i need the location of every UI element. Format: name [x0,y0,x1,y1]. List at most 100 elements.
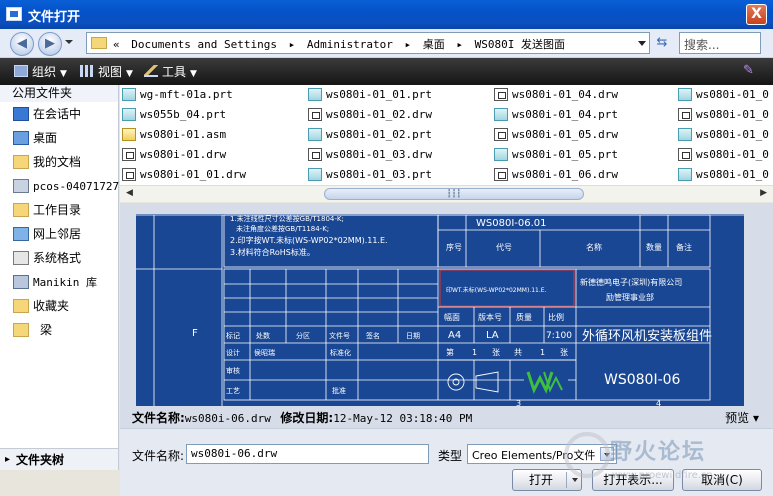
file-item[interactable]: ws080i-01_03.drw [306,145,432,165]
drawing-row-label: 日期 [406,332,420,340]
nav-item-favorites[interactable]: 收藏夹 [0,294,118,318]
nav-item-liang[interactable]: 梁 [0,318,118,342]
tools-menu[interactable]: 工具 ▼ [144,63,197,80]
drawing-col: 代号 [496,242,512,252]
organize-menu[interactable]: 组织 ▼ [14,63,67,80]
file-item[interactable]: wg-mft-01a.prt [120,85,246,105]
breadcrumb-item[interactable]: Documents and Settings [131,38,277,51]
nav-item-working-dir[interactable]: 工作目录 [0,198,118,222]
drawing-sheet: 1 [472,348,477,357]
file-item[interactable]: ws080i-01.drw [120,145,246,165]
nav-item-network[interactable]: 网上邻居 [0,222,118,246]
scroll-left-icon[interactable]: ◀ [126,188,133,198]
drawing-part-title: 外循环风机安装板组件 [582,329,712,344]
file-item[interactable]: ws080i-01_01.drw [120,165,246,185]
close-button[interactable]: X [746,4,767,25]
nav-item-computer[interactable]: pcos-04071727 [0,174,119,198]
folder-tree-toggle[interactable]: 文件夹树 [0,448,118,471]
back-button[interactable]: ◀ [10,32,34,56]
drawing-file-icon [308,108,322,121]
folder-icon [13,203,29,217]
nav-header[interactable]: 公用文件夹 [0,85,118,102]
view-menu[interactable]: 视图 ▼ [80,63,133,80]
info-filename: ws080i-06.drw [184,412,271,425]
file-item[interactable]: ws080i-01_04.prt [492,105,618,125]
file-item[interactable]: ws080i-01_02.prt [306,125,432,145]
refresh-icon[interactable]: ⇆ [652,33,672,53]
file-column: ws080i-01_04.drw ws080i-01_04.prt ws080i… [492,85,618,185]
file-item[interactable]: ws080i-01_0 [676,165,769,185]
part-file-icon [122,108,136,121]
drawing-col: 数量 [646,242,662,252]
open-button[interactable]: 打开 [512,469,582,491]
nav-item-system-formats[interactable]: 系统格式 [0,246,118,270]
drawing-hdr: 版本号 [478,312,502,322]
nav-item-my-documents[interactable]: 我的文档 [0,150,118,174]
assembly-file-icon [122,128,136,141]
file-item[interactable]: ws080i-01_05.prt [492,145,618,165]
nav-item-session[interactable]: 在会话中 [0,102,118,126]
drawing-hdr: 比例 [548,312,564,322]
file-item[interactable]: ws080i-01_02.drw [306,105,432,125]
file-item[interactable]: ws080i-01_05.drw [492,125,618,145]
drawing-hdr: 质量 [516,312,532,322]
filename-label: 文件名称: [132,449,185,463]
title-bar: 文件打开 X [0,0,773,29]
drawing-sheet: 张 [560,348,568,357]
breadcrumb-item[interactable]: WS080I 发送图面 [475,38,565,51]
help-icon[interactable]: ✎ [743,63,759,79]
file-info-line: 文件名称:ws080i-06.drw 修改日期:12-May-12 03:18:… [120,408,773,428]
drawing-designer-label: 设计 [226,348,240,357]
cancel-button[interactable]: 取消(C) [682,469,762,491]
history-dropdown-icon[interactable] [65,40,73,44]
open-representation-button[interactable]: 打开表示... [592,469,674,491]
file-list: wg-mft-01a.prt ws055b_04.prt ws080i-01.a… [120,85,773,185]
file-item[interactable]: ws055b_04.prt [120,105,246,125]
chevron-down-icon[interactable] [600,447,614,461]
file-item[interactable]: ws080i-01_0 [676,145,769,165]
file-item[interactable]: ws080i-01_06.drw [492,165,618,185]
file-type-select[interactable]: Creo Elements/Pro文件 [467,444,617,464]
file-item[interactable]: ws080i-01_01.prt [306,85,432,105]
part-file-icon [678,168,692,181]
breadcrumb-item[interactable]: 桌面 [423,38,445,51]
view-icon [80,65,94,77]
file-item[interactable]: ws080i-01_0 [676,85,769,105]
bottom-panel: 文件名称: ws080i-06.drw 类型 Creo Elements/Pro… [120,428,773,496]
file-item[interactable]: ws080i-01_03.prt [306,165,432,185]
file-item[interactable]: ws080i-01_0 [676,125,769,145]
part-file-icon [678,128,692,141]
forward-button[interactable]: ▶ [38,32,62,56]
scroll-thumb[interactable]: ┇┇┇ [324,188,584,200]
drawing-preview: 1.未注线性尺寸公差按GB/T1804-K; 未注角度公差按GB/T1184-K… [136,214,744,406]
scroll-right-icon[interactable]: ▶ [760,188,767,198]
nav-item-desktop[interactable]: 桌面 [0,126,118,150]
drawing-row-label: 分区 [296,331,310,340]
window-icon [6,7,22,21]
file-item[interactable]: ws080i-01_04.drw [492,85,618,105]
drawing-title-row: WS080I-06.01 [476,218,547,229]
filename-input[interactable]: ws080i-06.drw [186,444,429,464]
file-column: ws080i-01_0 ws080i-01_0 ws080i-01_0 ws08… [676,85,769,185]
address-bar[interactable]: « Documents and Settings ▸ Administrator… [86,32,650,54]
horizontal-scrollbar[interactable]: ◀ ┇┇┇ ▶ [120,185,773,202]
address-dropdown-icon[interactable] [638,41,646,46]
drawing-svg: 1.未注线性尺寸公差按GB/T1804-K; 未注角度公差按GB/T1184-K… [136,214,744,406]
drawing-file-icon [308,148,322,161]
drawing-file-icon [678,148,692,161]
projection-cone-icon [475,371,499,393]
type-label: 类型 [438,449,463,463]
drawing-sheet: 1 [540,348,545,357]
file-item[interactable]: ws080i-01_0 [676,105,769,125]
preview-toggle[interactable]: 预览 ▾ [725,408,759,428]
projection-symbol-icon [447,373,465,391]
drawing-approve-label: 批准 [332,386,346,395]
search-input[interactable]: 搜索... [679,32,761,54]
drawing-zone-number: 3 [516,399,521,406]
breadcrumb-item[interactable]: Administrator [307,38,393,51]
nav-item-manikin[interactable]: Manikin 库 [0,270,118,294]
organize-icon [14,65,28,77]
window-title: 文件打开 [28,10,81,25]
chevron-down-icon [572,478,578,482]
file-item[interactable]: ws080i-01.asm [120,125,246,145]
